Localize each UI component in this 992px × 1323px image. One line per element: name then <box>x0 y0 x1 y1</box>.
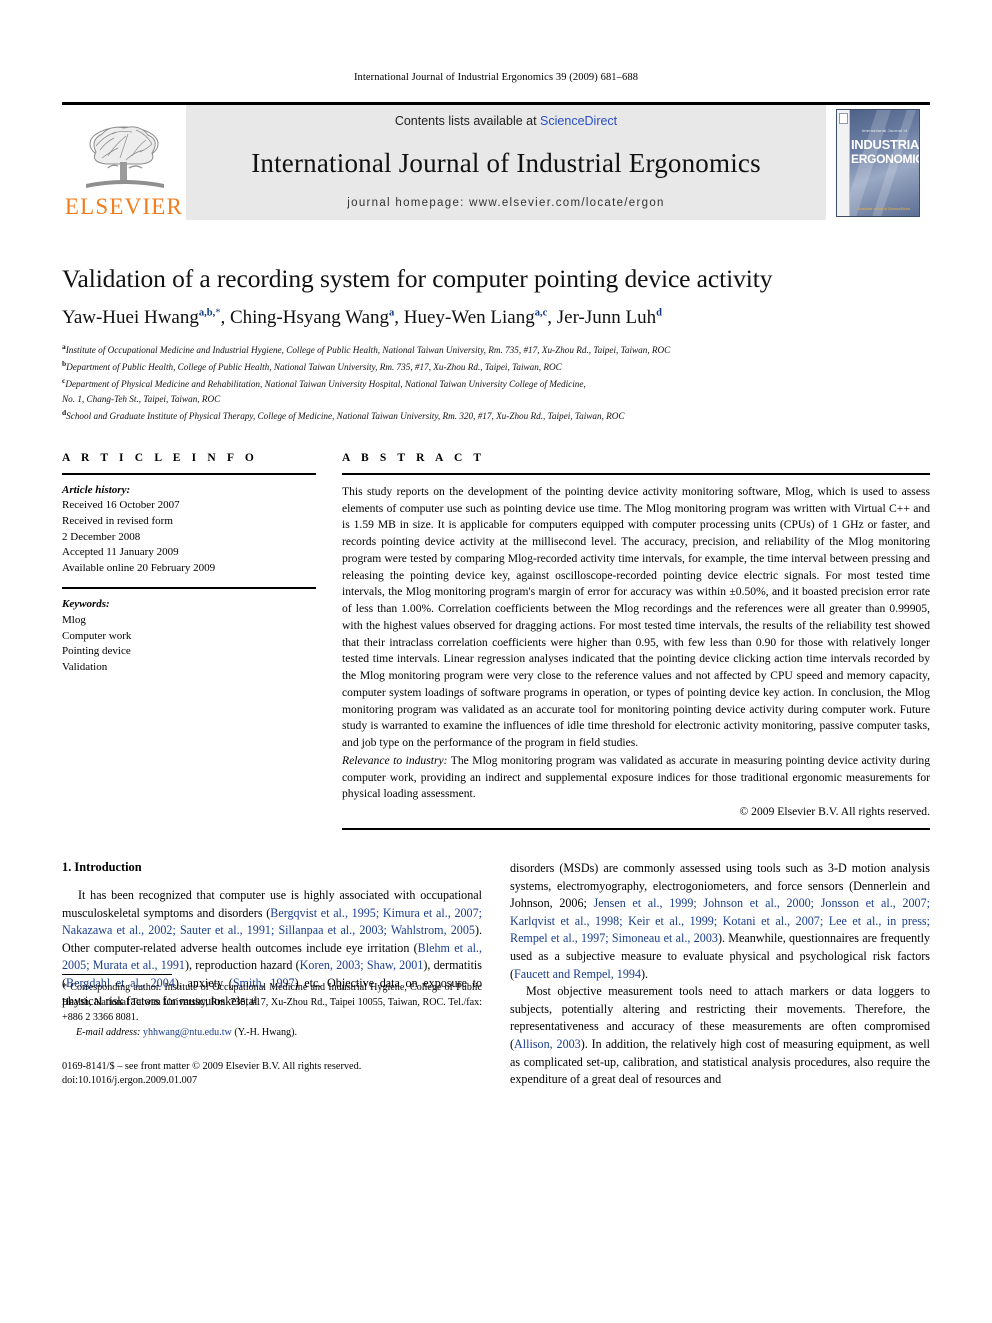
article-info-column: A R T I C L E I N F O Article history: R… <box>62 452 334 830</box>
page-title: Validation of a recording system for com… <box>62 264 773 293</box>
email-note: E-mail address: yhhwang@ntu.edu.tw (Y.-H… <box>62 1026 482 1041</box>
journal-homepage-line[interactable]: journal homepage: www.elsevier.com/locat… <box>347 197 664 209</box>
email-suffix: (Y.-H. Hwang). <box>231 1027 297 1039</box>
cover-title-line-1: INDUSTRIAL <box>851 136 920 152</box>
elsevier-logo: ELSEVIER <box>62 105 186 220</box>
abstract-top-rule <box>342 472 930 475</box>
masthead-center: Contents lists available at ScienceDirec… <box>186 105 826 220</box>
keywords-lines: Mlog Computer work Pointing device Validati… <box>62 613 316 675</box>
author-name: Yaw-Huei Hwang <box>62 307 199 328</box>
intro-paragraph-2: Most objective measurement tools need to… <box>510 983 930 1089</box>
body-column-left: 1. Introduction It has been recognized t… <box>62 860 482 1089</box>
journal-cover-thumbnail: International Journal of INDUSTRIAL ERGO… <box>826 105 930 220</box>
affiliation-line: dSchool and Graduate Institute of Physic… <box>62 407 625 421</box>
paragraph-text: ). <box>641 966 649 981</box>
paragraph-text: ), reproduction hazard ( <box>184 958 300 973</box>
footnote-rule <box>62 974 172 976</box>
keyword-item: Mlog <box>62 614 86 627</box>
author-affiliation-mark: a <box>389 307 395 319</box>
keywords-label: Keywords: <box>62 598 110 611</box>
cover-publisher-mark <box>839 112 848 124</box>
body-column-right: disorders (MSDs) are commonly assessed u… <box>510 860 930 1089</box>
contents-available-line: Contents lists available at ScienceDirec… <box>395 114 617 128</box>
article-history-item: Received in revised form <box>62 515 173 527</box>
author-list: Yaw-Huei Hwanga,b,*, Ching-Hsyang Wanga,… <box>62 307 662 328</box>
author-affiliation-mark: a,b, <box>198 307 216 319</box>
abstract-column: A B S T R A C T This study reports on th… <box>334 451 930 831</box>
cover-footer-text: Available online at ScienceDirect <box>857 206 911 211</box>
info-abstract-section: A R T I C L E I N F O Article history: R… <box>62 451 930 831</box>
relevance-label: Relevance to industry: <box>342 753 448 767</box>
affiliation-line: No. 1, Chang-Teh St., Taipei, Taiwan, RO… <box>62 393 221 404</box>
cover-title-line-2: ERGONOMICS <box>851 151 919 166</box>
keyword-item: Validation <box>62 660 108 673</box>
relevance-to-industry: Relevance to industry: The Mlog monitori… <box>342 753 930 803</box>
affiliation-line: aInstitute of Occupational Medicine and … <box>62 342 671 356</box>
affiliation-mark: c <box>62 375 66 385</box>
article-info-heading: A R T I C L E I N F O <box>62 451 258 464</box>
body-columns: 1. Introduction It has been recognized t… <box>62 860 930 1089</box>
corresponding-author-marker: * <box>215 307 221 319</box>
affiliation-mark: a <box>62 342 66 351</box>
elsevier-tree-icon <box>86 126 164 188</box>
intro-paragraph-1-continued: disorders (MSDs) are commonly assessed u… <box>510 860 930 983</box>
contents-prefix: Contents lists available at <box>394 114 541 128</box>
journal-article-page: International Journal of Industrial Ergo… <box>0 0 992 1323</box>
footnote-block: * Corresponding author. Institute of Occ… <box>62 974 482 1088</box>
email-link[interactable]: yhhwang@ntu.edu.tw <box>143 1027 232 1038</box>
article-history-label: Article history: <box>62 483 131 496</box>
affiliation-mark: d <box>62 407 67 417</box>
title-block: Validation of a recording system for com… <box>62 264 930 424</box>
affiliation-line: cDepartment of Physical Medicine and Reh… <box>62 375 586 389</box>
keyword-item: Computer work <box>62 629 132 642</box>
keywords-block: Keywords: Mlog Computer work Pointing devi… <box>62 597 316 675</box>
cover-supertitle: International Journal of <box>861 127 908 133</box>
running-head: International Journal of Industrial Ergo… <box>353 72 639 83</box>
journal-title: International Journal of Industrial Ergo… <box>251 148 761 178</box>
article-info-top-rule <box>62 472 316 475</box>
keyword-item: Pointing device <box>62 645 131 658</box>
article-history-item: Received 16 October 2007 <box>62 499 180 512</box>
article-history-item: Accepted 11 January 2009 <box>62 546 179 559</box>
author-affiliation-mark: d <box>656 307 662 319</box>
author-affiliation-mark: a,c <box>534 307 548 319</box>
author-name: Ching-Hsyang Wang <box>229 307 390 328</box>
citation-link[interactable]: Allison, 2003 <box>514 1037 581 1051</box>
abstract-heading: A B S T R A C T <box>342 451 486 464</box>
introduction-heading: 1. Introduction <box>62 860 142 875</box>
author-name: Huey-Wen Liang <box>403 307 535 328</box>
article-history-lines: Received 16 October 2007 Received in revi… <box>62 498 316 576</box>
imprint-block: 0169-8141/$ – see front matter © 2009 El… <box>62 1060 482 1089</box>
sciencedirect-link[interactable]: ScienceDirect <box>540 114 617 128</box>
article-history: Article history: Received 16 October 200… <box>62 483 316 577</box>
author-name: Jer-Junn Luh <box>556 307 657 328</box>
email-label: E-mail address: <box>76 1027 141 1039</box>
citation-link[interactable]: Koren, 2003; Shaw, 2001 <box>300 958 424 972</box>
abstract-text: This study reports on the development of… <box>342 484 930 750</box>
imprint-doi-line: doi:10.1016/j.ergon.2009.01.007 <box>62 1075 198 1087</box>
citation-link[interactable]: Faucett and Rempel, 1994 <box>514 967 641 981</box>
article-history-item: Available online 20 February 2009 <box>62 561 216 574</box>
corresponding-author-note: * Corresponding author. Institute of Occ… <box>62 982 482 1023</box>
affiliation-list: aInstitute of Occupational Medicine and … <box>62 341 930 424</box>
affiliation-line: bDepartment of Public Health, College of… <box>62 358 562 373</box>
abstract-bottom-rule <box>342 828 930 831</box>
keywords-rule <box>62 587 316 590</box>
article-history-item: 2 December 2008 <box>62 530 141 543</box>
imprint-issn-line: 0169-8141/$ – see front matter © 2009 El… <box>62 1060 362 1072</box>
copyright-line: © 2009 Elsevier B.V. All rights reserved… <box>739 805 930 819</box>
affiliation-mark: b <box>62 358 67 368</box>
elsevier-wordmark: ELSEVIER <box>64 194 184 219</box>
journal-masthead: ELSEVIER Contents lists available at Sci… <box>62 102 930 220</box>
